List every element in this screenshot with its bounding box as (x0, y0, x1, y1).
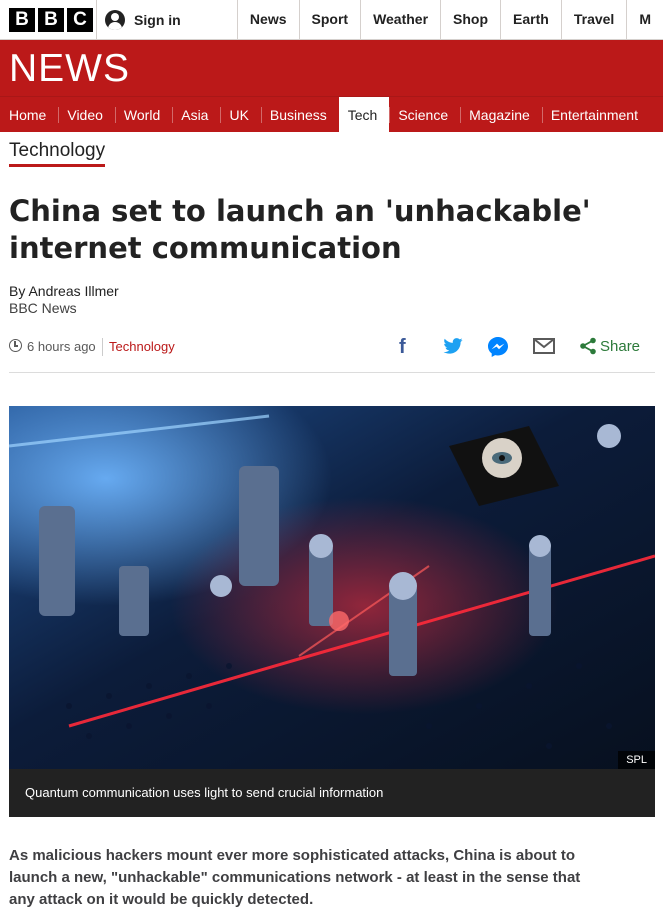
news-logo[interactable]: NEWS (9, 48, 130, 90)
lead-image: SPL (9, 406, 655, 769)
share-label[interactable]: Share (600, 338, 640, 355)
quantum-optics-photo (9, 406, 655, 769)
bbc-logo-block-b1: B (9, 7, 35, 32)
clock-icon (9, 339, 22, 352)
top-nav-weather[interactable]: Weather (360, 0, 440, 39)
news-banner: NEWS (0, 40, 663, 96)
byline-organization: BBC News (9, 300, 77, 316)
signin-label: Sign in (134, 11, 181, 28)
section-nav: Home Video World Asia UK Business Tech S… (0, 96, 663, 132)
image-caption: Quantum communication uses light to send… (9, 769, 655, 817)
tab-home[interactable]: Home (0, 97, 58, 132)
article-intro: As malicious hackers mount ever more sop… (9, 847, 581, 908)
top-nav-sport[interactable]: Sport (298, 0, 361, 39)
tab-magazine[interactable]: Magazine (460, 97, 542, 132)
bbc-logo-block-c: C (67, 7, 93, 32)
article-meta: 6 hours ago Technology f Share (9, 336, 655, 373)
tab-uk[interactable]: UK (220, 97, 260, 132)
messenger-icon[interactable] (488, 337, 508, 362)
tab-world[interactable]: World (114, 97, 172, 132)
tab-business[interactable]: Business (260, 97, 339, 132)
article-headline: China set to launch an 'unhackable' inte… (9, 194, 591, 265)
image-credit: SPL (618, 751, 655, 769)
facebook-icon[interactable]: f (399, 336, 406, 358)
tab-science[interactable]: Science (389, 97, 460, 132)
tab-entertainment[interactable]: Entertainment (541, 97, 650, 132)
top-nav-news[interactable]: News (236, 0, 299, 39)
top-nav-shop[interactable]: Shop (440, 0, 500, 39)
user-icon (105, 9, 126, 30)
top-nav-travel[interactable]: Travel (560, 0, 626, 39)
signin-link[interactable]: Sign in (96, 0, 237, 39)
tab-asia[interactable]: Asia (172, 97, 220, 132)
tab-tech[interactable]: Tech (338, 97, 390, 132)
twitter-icon[interactable] (443, 338, 463, 359)
section-label[interactable]: Technology (9, 140, 106, 167)
email-icon[interactable] (533, 338, 555, 359)
article-timestamp: 6 hours ago (27, 339, 96, 354)
bbc-logo-block-b2: B (38, 7, 64, 32)
top-nav: News Sport Weather Shop Earth Travel M (236, 0, 663, 39)
bbc-logo[interactable]: B B C (0, 0, 96, 39)
share-icon[interactable] (579, 337, 597, 360)
byline-author: By Andreas Illmer (9, 283, 119, 299)
top-nav-more[interactable]: M (626, 0, 663, 39)
bbc-masthead: B B C Sign in News Sport Weather Shop Ea… (0, 0, 663, 40)
section-link[interactable]: Technology (109, 339, 175, 354)
tab-video[interactable]: Video (58, 97, 115, 132)
top-nav-earth[interactable]: Earth (500, 0, 561, 39)
meta-divider (102, 338, 103, 356)
